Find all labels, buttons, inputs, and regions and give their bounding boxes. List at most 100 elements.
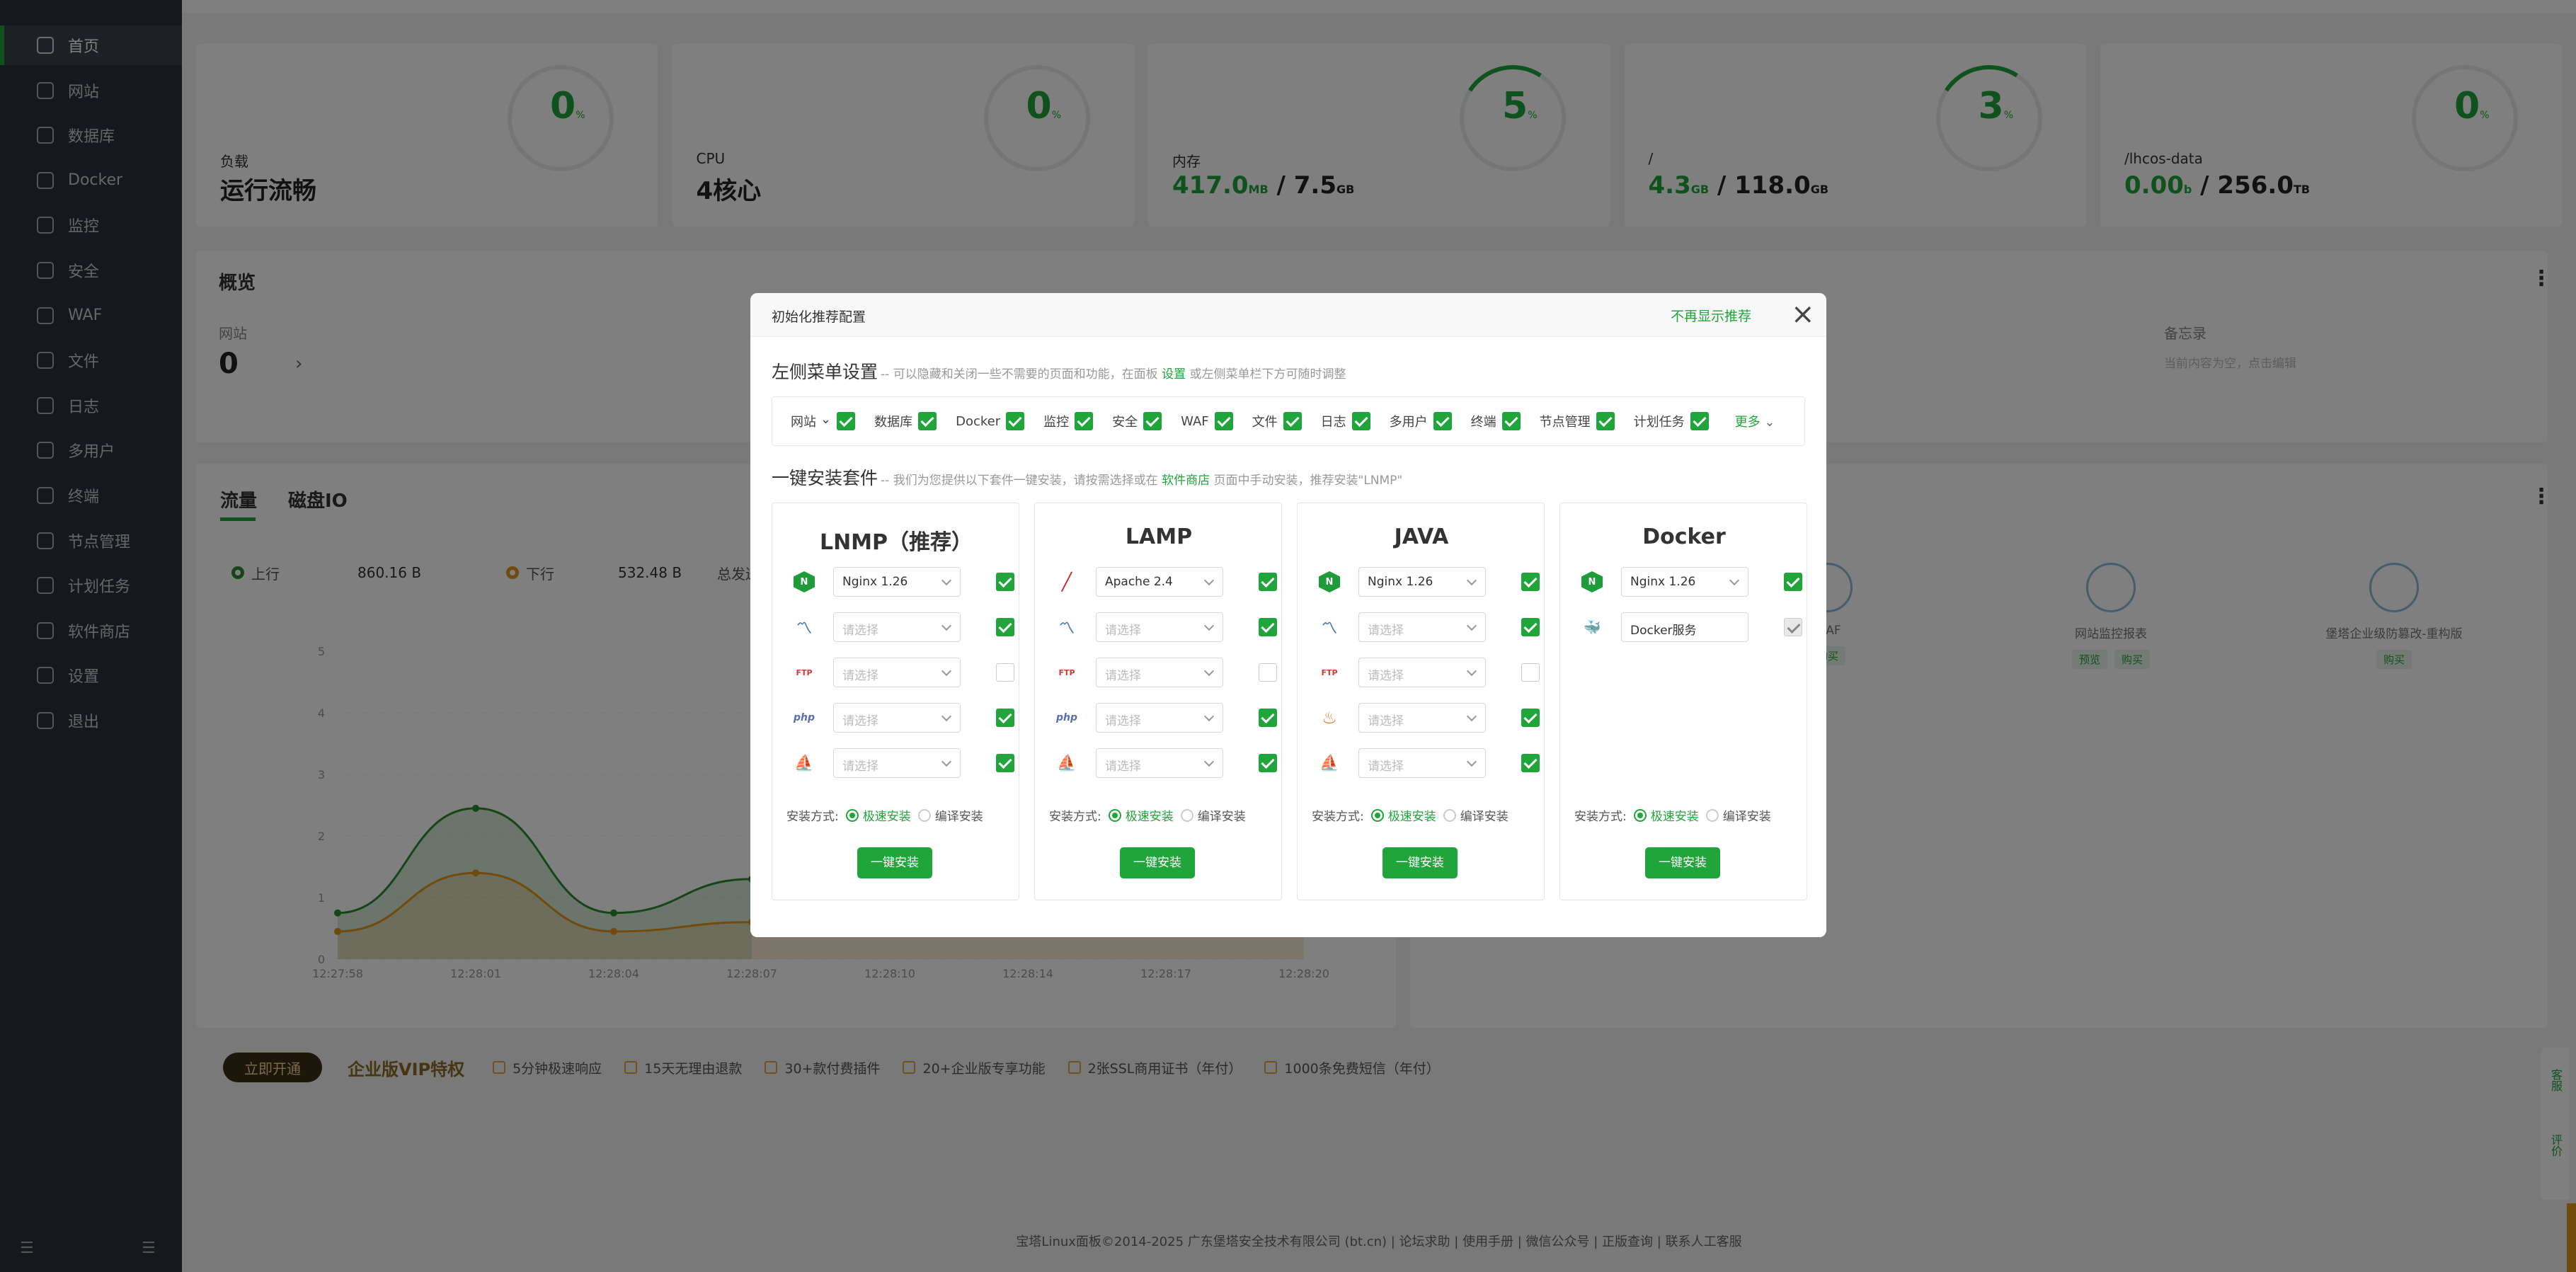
menu-option[interactable]: 安全 <box>1112 412 1162 430</box>
install-mode-label: 安装方式: <box>1312 810 1364 824</box>
version-select[interactable]: Nginx 1.26 <box>1621 567 1748 597</box>
version-select[interactable]: 请选择 <box>1358 658 1486 687</box>
pack-software-row: FTP 请选择 <box>1319 658 1540 687</box>
dont-show-again-link[interactable]: 不再显示推荐 <box>1671 306 1751 325</box>
menu-option[interactable]: 节点管理 <box>1540 412 1615 430</box>
version-select[interactable]: 请选择 <box>1096 748 1223 778</box>
menu-option-checkbox[interactable] <box>1596 412 1615 430</box>
menu-option-checkbox[interactable] <box>1006 412 1025 430</box>
software-checkbox[interactable] <box>1259 618 1277 636</box>
version-select[interactable]: Nginx 1.26 <box>833 567 961 597</box>
fast-install-radio[interactable] <box>1108 808 1121 822</box>
software-checkbox[interactable] <box>996 754 1014 772</box>
compile-install-label: 编译安装 <box>1197 810 1246 824</box>
version-select[interactable]: 请选择 <box>1358 703 1486 733</box>
menu-option-checkbox[interactable] <box>837 412 856 430</box>
software-checkbox[interactable] <box>996 573 1014 591</box>
menu-option[interactable]: 数据库 <box>874 412 937 430</box>
software-checkbox[interactable] <box>1259 663 1277 682</box>
version-select[interactable]: 请选择 <box>1096 703 1223 733</box>
pack-row-check <box>1259 754 1277 775</box>
fast-install-radio[interactable] <box>1370 808 1384 822</box>
close-icon[interactable]: × <box>1791 300 1815 328</box>
menu-option-checkbox[interactable] <box>1075 412 1094 430</box>
version-select[interactable]: 请选择 <box>833 703 961 733</box>
software-checkbox[interactable] <box>1784 573 1802 591</box>
version-select[interactable]: Nginx 1.26 <box>1358 567 1486 597</box>
one-click-install-button[interactable]: 一键安装 <box>1645 847 1720 878</box>
version-select[interactable]: Docker服务 <box>1621 612 1748 642</box>
software-checkbox[interactable] <box>1521 754 1540 772</box>
menu-settings-link[interactable]: 设置 <box>1162 367 1186 382</box>
software-checkbox[interactable] <box>1259 709 1277 727</box>
one-click-install-button[interactable]: 一键安装 <box>1383 847 1458 878</box>
menu-option-label: 计划任务 <box>1633 415 1685 430</box>
ftp-icon: FTP <box>1321 667 1338 677</box>
menu-more-label: 更多 <box>1734 415 1761 430</box>
version-select[interactable]: 请选择 <box>833 748 961 778</box>
install-mode-label: 安装方式: <box>786 810 839 824</box>
compile-install-radio[interactable] <box>917 808 931 822</box>
pack-software-row: N Nginx 1.26 <box>794 567 1014 597</box>
menu-option[interactable]: 终端 <box>1471 412 1521 430</box>
menu-option-label: 文件 <box>1252 415 1278 430</box>
install-mode: 安装方式: 极速安装 编译安装 <box>1049 806 1283 824</box>
pack-software-row: ⛵ 请选择 <box>1056 748 1277 778</box>
menu-option-label: 节点管理 <box>1539 415 1591 430</box>
pack-software-row: ⛵ 请选择 <box>794 748 1014 778</box>
install-section-desc: -- 我们为您提供以下套件一键安装，请按需选择或在 <box>881 474 1162 488</box>
pack-software-row: ⛵ 请选择 <box>1319 748 1540 778</box>
menu-option[interactable]: 计划任务 <box>1634 412 1709 430</box>
software-checkbox[interactable] <box>1521 709 1540 727</box>
menu-option[interactable]: 多用户 <box>1390 412 1452 430</box>
app-root: 首页网站数据库Docker监控安全WAF文件日志多用户终端节点管理计划任务软件商… <box>0 0 2576 1272</box>
fast-install-label: 极速安装 <box>1650 810 1699 824</box>
one-click-install-button[interactable]: 一键安装 <box>1120 847 1195 878</box>
install-mode-label: 安装方式: <box>1049 810 1101 824</box>
menu-option[interactable]: 日志 <box>1321 412 1370 430</box>
menu-option[interactable]: Docker <box>956 412 1025 430</box>
pack-title: JAVA <box>1394 525 1449 549</box>
version-select[interactable]: 请选择 <box>1096 612 1223 642</box>
menu-option[interactable]: 文件 <box>1252 412 1302 430</box>
menu-option-checkbox[interactable] <box>1283 412 1302 430</box>
software-checkbox[interactable] <box>1521 618 1540 636</box>
software-checkbox[interactable] <box>1521 663 1540 682</box>
menu-option-checkbox[interactable] <box>1501 412 1521 430</box>
version-select[interactable]: 请选择 <box>833 658 961 687</box>
menu-option-checkbox[interactable] <box>1690 412 1709 430</box>
fast-install-radio[interactable] <box>1633 808 1647 822</box>
software-store-link[interactable]: 软件商店 <box>1162 474 1210 488</box>
compile-install-radio[interactable] <box>1443 808 1456 822</box>
version-select[interactable]: Apache 2.4 <box>1096 567 1223 597</box>
pack-row-check <box>1259 618 1277 639</box>
menu-option-checkbox[interactable] <box>1143 412 1162 430</box>
chevron-down-icon[interactable]: ⌄ <box>820 412 831 427</box>
version-select[interactable]: 请选择 <box>1358 748 1486 778</box>
one-click-install-button[interactable]: 一键安装 <box>857 847 932 878</box>
menu-option-checkbox[interactable] <box>918 412 937 430</box>
version-select[interactable]: 请选择 <box>1096 658 1223 687</box>
version-select[interactable]: 请选择 <box>1358 612 1486 642</box>
menu-section-desc2: 或左侧菜单栏下方可随时调整 <box>1186 367 1346 382</box>
menu-option-checkbox[interactable] <box>1351 412 1370 430</box>
menu-option[interactable]: 网站 ⌄ <box>791 412 856 431</box>
software-checkbox[interactable] <box>1259 754 1277 772</box>
compile-install-radio[interactable] <box>1705 808 1719 822</box>
software-checkbox[interactable] <box>996 709 1014 727</box>
pack-software-row: FTP 请选择 <box>794 658 1014 687</box>
version-select[interactable]: 请选择 <box>833 612 961 642</box>
menu-settings-row: 网站 ⌄ 数据库 Docker 监控 安全 WAF 文件 日志 多用户 终端 节点管理 计划任务 更多 ⌄ <box>772 396 1805 446</box>
menu-more-dropdown[interactable]: 更多 ⌄ <box>1735 412 1775 430</box>
php-icon: php <box>794 712 815 723</box>
menu-option[interactable]: WAF <box>1181 412 1233 430</box>
software-checkbox[interactable] <box>996 663 1014 682</box>
fast-install-radio[interactable] <box>845 808 859 822</box>
compile-install-radio[interactable] <box>1180 808 1193 822</box>
menu-option-checkbox[interactable] <box>1214 412 1233 430</box>
software-checkbox[interactable] <box>1259 573 1277 591</box>
menu-option-checkbox[interactable] <box>1433 412 1452 430</box>
software-checkbox[interactable] <box>1521 573 1540 591</box>
menu-option[interactable]: 监控 <box>1043 412 1094 430</box>
software-checkbox[interactable] <box>996 618 1014 636</box>
